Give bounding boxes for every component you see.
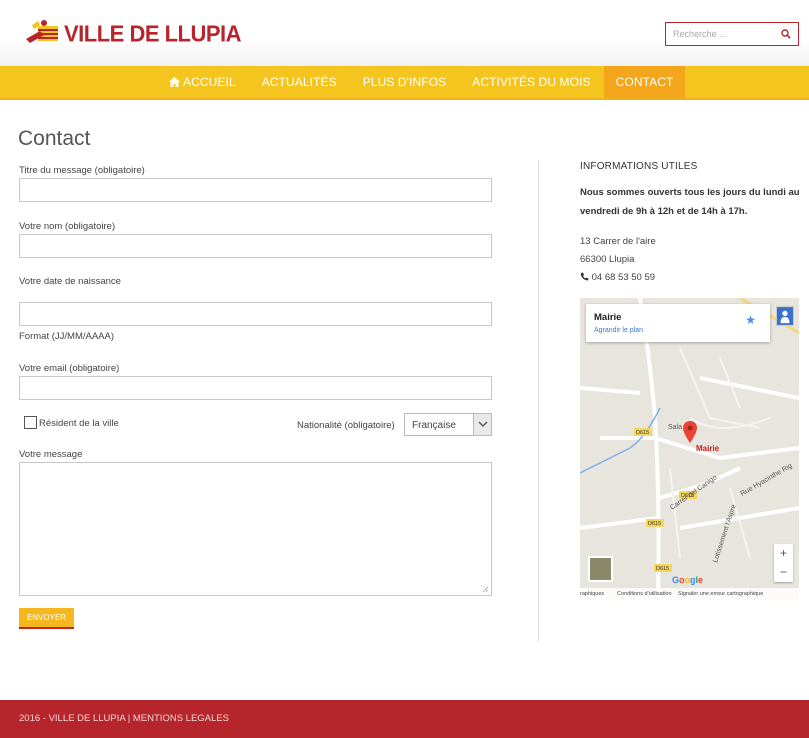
- resize-handle-icon[interactable]: [481, 585, 489, 593]
- email-label: Votre email (obligatoire): [19, 363, 120, 374]
- name-label: Votre nom (obligatoire): [19, 221, 116, 232]
- place-label: Sala: [668, 424, 682, 431]
- save-star-icon[interactable]: ★: [745, 313, 756, 327]
- nav-item-label: CONTACT: [615, 75, 674, 89]
- nav-item-label: ACTIVITÉS DU MOIS: [472, 75, 591, 89]
- phone-icon: [580, 272, 589, 281]
- satellite-toggle[interactable]: [588, 556, 613, 582]
- name-field[interactable]: [19, 234, 492, 258]
- nav-item-label: PLUS D'INFOS: [362, 75, 447, 89]
- marker-label: Mairie: [696, 444, 720, 453]
- title-label: Titre du message (obligatoire): [19, 165, 145, 176]
- nav-item-actualites[interactable]: ACTUALITÉS: [249, 66, 350, 98]
- birthdate-hint: Format (JJ/MM/AAAA): [19, 331, 115, 342]
- main-nav: ACCUEIL ACTUALITÉS PLUS D'INFOS ACTIVITÉ…: [0, 66, 809, 100]
- title-field[interactable]: [19, 178, 492, 202]
- address-line-1: 13 Carrer de l'aire: [580, 236, 656, 247]
- nav-item-contact[interactable]: CONTACT: [603, 66, 686, 98]
- home-icon: [169, 77, 180, 87]
- select-arrow: [473, 414, 491, 435]
- map-marker-icon[interactable]: [683, 421, 697, 443]
- search-icon[interactable]: [781, 29, 791, 39]
- site-logo[interactable]: VILLE DE LLUPIA: [24, 14, 242, 54]
- pegman-icon[interactable]: [776, 306, 794, 326]
- column-divider: [538, 160, 539, 642]
- resident-checkbox[interactable]: [24, 416, 37, 429]
- message-field[interactable]: [19, 462, 492, 596]
- nav-item-plus-infos[interactable]: PLUS D'INFOS: [350, 66, 460, 98]
- footer-text[interactable]: 2016 - VILLE DE LLUPIA | MENTIONS LEGALE…: [19, 713, 229, 724]
- nav-item-label: ACCUEIL: [183, 75, 236, 89]
- map-report-link[interactable]: Signaler une erreur cartographique: [678, 591, 763, 597]
- zoom-in-button[interactable]: +: [774, 544, 793, 563]
- nav-item-accueil[interactable]: ACCUEIL: [156, 66, 249, 98]
- search-box: [665, 22, 799, 46]
- logo-text: VILLE DE LLUPIA: [64, 20, 242, 47]
- road-label: D615: [648, 521, 661, 527]
- search-input[interactable]: [666, 23, 776, 45]
- map-footer: raphiques Conditions d'utilisation Signa…: [580, 588, 799, 600]
- logo-emblem-icon: [26, 20, 58, 43]
- chevron-down-icon: [478, 421, 488, 427]
- nav-item-activites[interactable]: ACTIVITÉS DU MOIS: [459, 66, 603, 98]
- opening-hours: Nous sommes ouverts tous les jours du lu…: [580, 187, 800, 217]
- address-line-2: 66300 Llupia: [580, 254, 635, 265]
- resident-label: Résident de la ville: [39, 418, 119, 429]
- phone-number: 04 68 53 50 59: [591, 272, 656, 283]
- map-terms-link[interactable]: Conditions d'utilisation: [617, 591, 672, 597]
- map-place-name: Mairie: [594, 312, 622, 323]
- map-roads: D615 D615 D615 D615 Sala Carrer del Cani…: [580, 298, 799, 600]
- nationality-select[interactable]: Française: [404, 413, 492, 436]
- map-data-text: raphiques: [580, 591, 605, 597]
- google-map[interactable]: D615 D615 D615 D615 Sala Carrer del Cani…: [580, 298, 799, 600]
- birthdate-label: Votre date de naissance: [19, 276, 121, 287]
- birthdate-field[interactable]: [19, 302, 492, 326]
- road-label: D615: [636, 430, 649, 436]
- nationality-label: Nationalité (obligatoire): [297, 420, 395, 431]
- nav-item-label: ACTUALITÉS: [261, 75, 337, 89]
- send-button[interactable]: ENVOYER: [19, 608, 74, 629]
- message-label: Votre message: [19, 449, 83, 460]
- enlarge-map-link[interactable]: Agrandir le plan: [594, 327, 643, 334]
- page-title: Contact: [18, 127, 91, 150]
- phone-line: 04 68 53 50 59: [580, 272, 655, 283]
- zoom-out-button[interactable]: −: [774, 563, 793, 582]
- zoom-controls: + −: [774, 544, 793, 582]
- site-header: VILLE DE LLUPIA: [0, 0, 809, 66]
- info-title: INFORMATIONS UTILES: [580, 161, 698, 172]
- site-footer: 2016 - VILLE DE LLUPIA | MENTIONS LEGALE…: [0, 700, 809, 738]
- map-info-card: Mairie Agrandir le plan ★: [586, 304, 770, 342]
- google-logo: Google: [672, 575, 704, 585]
- nationality-value: Française: [412, 420, 456, 431]
- road-label: D615: [656, 566, 669, 572]
- email-field[interactable]: [19, 376, 492, 400]
